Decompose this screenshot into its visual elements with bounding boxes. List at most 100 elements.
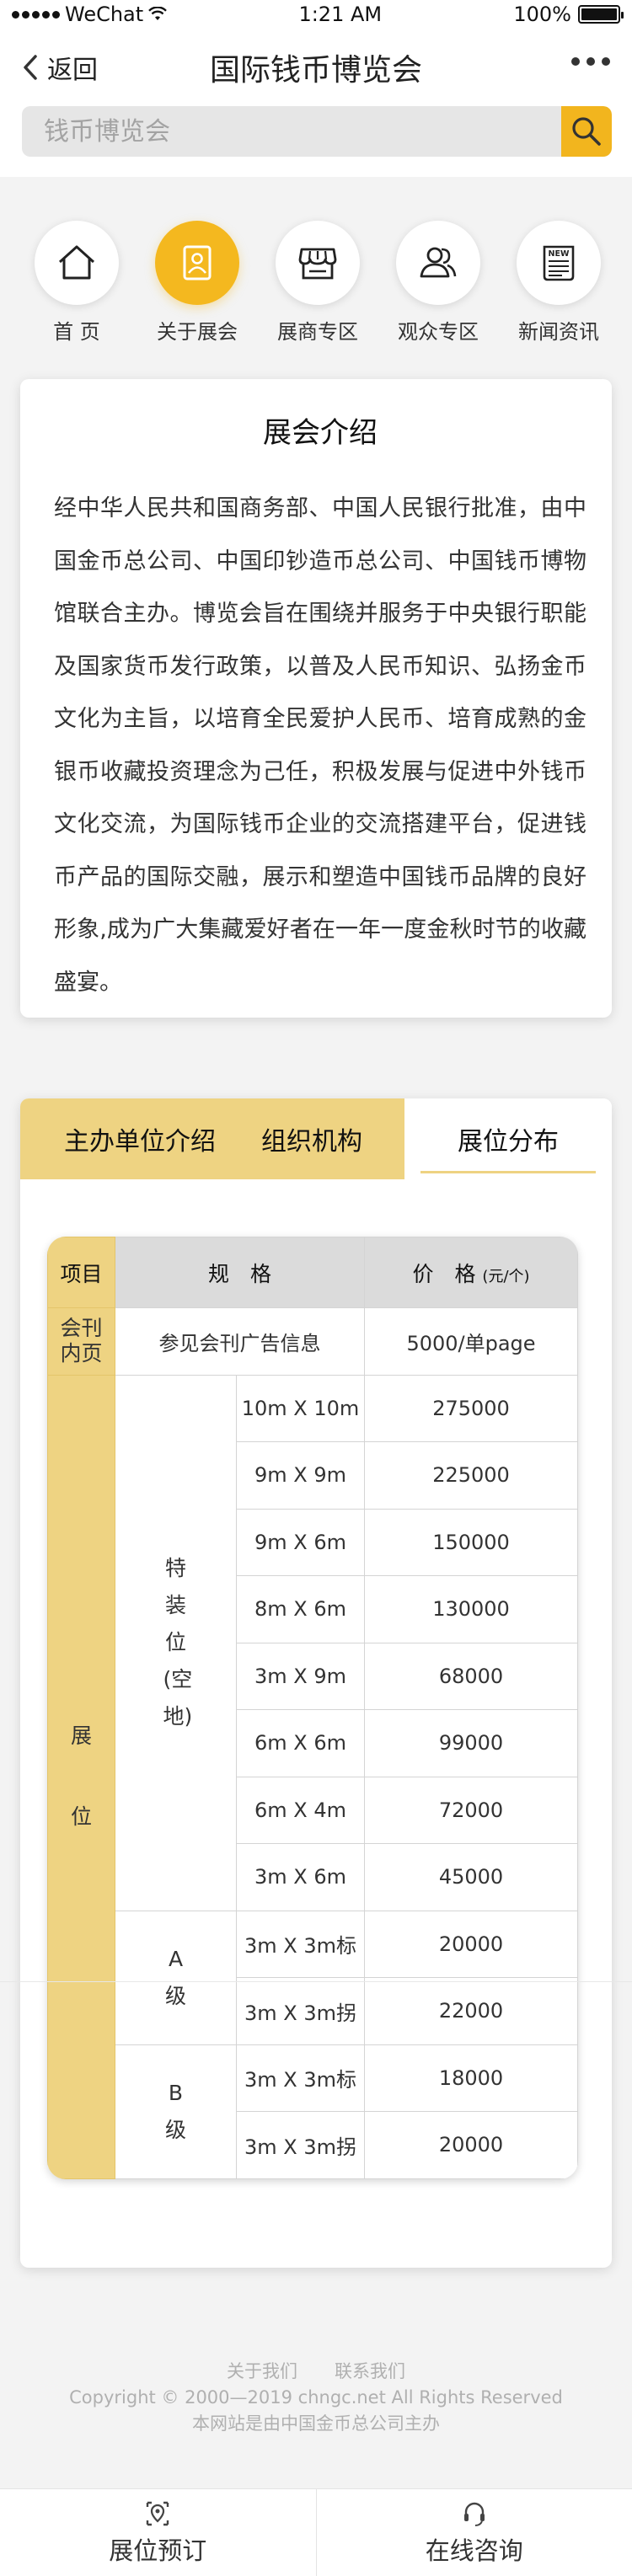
header-spec: 规 格 (115, 1237, 365, 1308)
header-price: 价 格 (元/个) (364, 1237, 578, 1308)
icon-nav: 首 页 关于展会 展商专区 观众专区 NEW 新闻资讯 (0, 177, 632, 345)
size-cell: 3m X 3m拐 (236, 2111, 365, 2179)
table-row: B级 3m X 3m标 18000 (48, 2044, 578, 2179)
status-left: WeChat (12, 3, 168, 26)
nav-item-visitors[interactable]: 观众专区 (380, 221, 496, 345)
size-cell: 6m X 6m (236, 1709, 365, 1777)
store-icon-circle (276, 221, 360, 305)
search-input[interactable] (22, 106, 561, 157)
bottom-bar: 展位预订 在线咨询 (0, 2488, 632, 2576)
booking-label: 展位预订 (109, 2536, 207, 2565)
nav-item-news[interactable]: NEW 新闻资讯 (501, 221, 617, 345)
back-label: 返回 (47, 56, 98, 85)
about-link[interactable]: 关于我们 (227, 2359, 297, 2385)
intro-body: 经中华人民共和国商务部、中国人民银行批准，由中国金币总公司、中国印钞造币总公司、… (54, 495, 586, 996)
tab-bar: 主办单位介绍 组织机构 展位分布 (20, 1098, 612, 1179)
search-icon (572, 117, 601, 146)
nav-item-home-label: 首 页 (53, 320, 100, 344)
journal-item-label: 会刊内页 (60, 1316, 103, 1366)
nav-item-home[interactable]: 首 页 (19, 221, 135, 345)
news-icon: NEW (543, 245, 575, 281)
price-cell: 150000 (364, 1508, 578, 1576)
size-cell: 3m X 6m (236, 1843, 365, 1911)
contact-link[interactable]: 联系我们 (335, 2359, 405, 2385)
row-journal-item: 会刊内页 (47, 1307, 115, 1376)
footer: 关于我们 联系我们 Copyright © 2000—2019 chngc.ne… (0, 2359, 632, 2437)
special-label-cell: 特装位(空地) (115, 1374, 237, 1911)
battery-percent: 100% (513, 3, 571, 26)
nav-item-about-label: 关于展会 (157, 320, 238, 344)
nav-item-visitors-label: 观众专区 (398, 320, 479, 344)
table-row: A级 3m X 3m标 20000 (48, 1910, 578, 2045)
booth-card: 主办单位介绍 组织机构 展位分布 项目 规 格 价 格 (元/个) 会刊内页 参… (20, 1098, 612, 2268)
grade-a-label: A级 (164, 1946, 186, 2008)
price-cell: 20000 (364, 1910, 578, 1978)
header-item: 项目 (47, 1237, 115, 1308)
search-bar (0, 106, 632, 177)
booth-item-cell: 展位 (47, 1374, 115, 2179)
back-button[interactable]: 返回 (20, 49, 98, 86)
copyright-text: Copyright © 2000—2019 chngc.net All Righ… (69, 2387, 563, 2408)
price-table: 项目 规 格 价 格 (元/个) 会刊内页 参见会刊广告信息 5000/单pag… (47, 1237, 578, 2179)
booking-button[interactable]: 展位预订 (0, 2489, 316, 2576)
search-button[interactable] (561, 106, 612, 157)
size-cell: 9m X 6m (236, 1508, 365, 1576)
headset-icon (463, 2502, 485, 2526)
badge-icon-circle (155, 221, 239, 305)
price-cell: 225000 (364, 1441, 578, 1510)
size-cell: 6m X 4m (236, 1776, 365, 1844)
header-price-label: 价 格 (412, 1261, 476, 1286)
footer-links: 关于我们 联系我们 (0, 2359, 632, 2385)
booth-label: 展位 (70, 1724, 92, 1829)
tab-organizer[interactable]: 主办单位介绍 (20, 1098, 219, 1179)
users-icon-circle (396, 221, 480, 305)
nav-item-exhibitors-label: 展商专区 (277, 320, 358, 344)
grade-a-cell: A级 (115, 1910, 237, 2045)
table-row: 会刊内页 参见会刊广告信息 5000/单page (47, 1307, 578, 1376)
store-icon (298, 248, 337, 280)
table-row: 展位 特装位(空地) 10m X 10m 275000 (47, 1374, 578, 2179)
grade-b-cell: B级 (115, 2044, 237, 2179)
row-journal-spec: 参见会刊广告信息 (115, 1307, 365, 1376)
home-icon (58, 245, 95, 280)
size-cell: 3m X 3m标 (236, 2044, 365, 2112)
signal-icon (12, 10, 60, 19)
chevron-left-icon (24, 55, 37, 80)
nav-item-news-label: 新闻资讯 (518, 320, 599, 344)
table-header-row: 项目 规 格 价 格 (元/个) (47, 1237, 578, 1308)
intro-title: 展会介绍 (263, 416, 378, 450)
price-cell: 72000 (364, 1776, 578, 1844)
home-icon-circle (35, 221, 119, 305)
price-cell: 275000 (364, 1374, 578, 1442)
price-cell: 99000 (364, 1709, 578, 1777)
price-cell: 20000 (364, 2111, 578, 2179)
footer-note: 本网站是由中国金币总公司主办 (192, 2413, 440, 2434)
price-cell: 45000 (364, 1843, 578, 1911)
size-cell: 10m X 10m (236, 1374, 365, 1442)
grade-b-label: B级 (164, 2080, 186, 2142)
price-cell: 18000 (364, 2044, 578, 2112)
price-cell: 130000 (364, 1575, 578, 1643)
size-cell: 3m X 9m (236, 1642, 365, 1710)
intro-card: 展会介绍 经中华人民共和国商务部、中国人民银行批准，由中国金币总公司、中国印钞造… (20, 379, 612, 1018)
tab-booth-layout[interactable]: 展位分布 (404, 1098, 612, 1179)
size-cell: 9m X 9m (236, 1441, 365, 1510)
top-header: WeChat 1:21 AM 100% 返回 国际钱币博览会 (0, 0, 632, 177)
more-menu-button[interactable] (571, 57, 610, 66)
size-cell: 3m X 3m标 (236, 1910, 365, 1978)
row-journal-price: 5000/单page (364, 1307, 578, 1376)
battery-icon (578, 5, 624, 24)
tab-organization[interactable]: 组织机构 (219, 1098, 404, 1179)
location-target-icon (147, 2501, 169, 2525)
nav-item-exhibitors[interactable]: 展商专区 (260, 221, 376, 345)
status-time: 1:21 AM (298, 3, 383, 26)
nav-item-about[interactable]: 关于展会 (139, 221, 255, 345)
consult-label: 在线咨询 (425, 2536, 523, 2565)
svg-text:NEW: NEW (549, 249, 570, 259)
consult-button[interactable]: 在线咨询 (315, 2489, 632, 2576)
status-right: 100% (513, 3, 624, 26)
special-label: 特装位(空地) (163, 1556, 193, 1729)
price-cell: 22000 (364, 1977, 578, 2045)
active-tab-indicator (420, 1170, 596, 1173)
users-icon (420, 247, 457, 278)
